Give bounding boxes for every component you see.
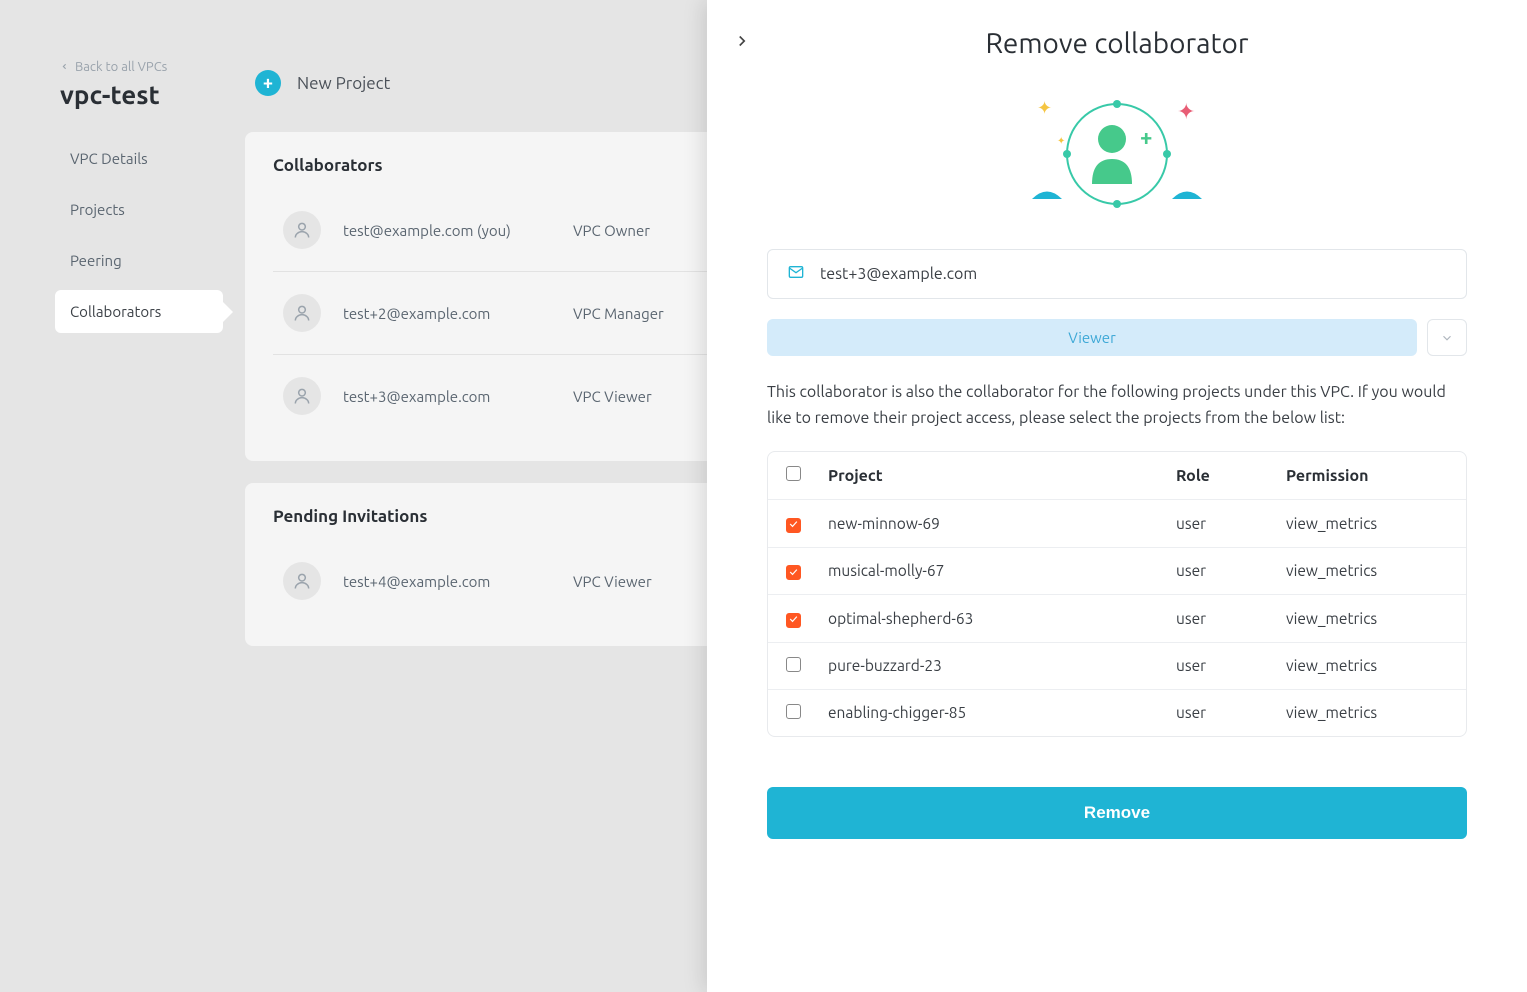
project-name: optimal-shepherd-63 — [828, 610, 1176, 627]
table-row: optimal-shepherd-63userview_metrics — [768, 595, 1466, 643]
project-permission: view_metrics — [1286, 657, 1456, 674]
chevron-left-icon — [60, 60, 69, 74]
role-pill[interactable]: Viewer — [767, 319, 1417, 356]
sidebar: Back to all VPCs vpc-test VPC Details Pro… — [0, 0, 223, 992]
project-permission: view_metrics — [1286, 515, 1456, 532]
project-role: user — [1176, 704, 1286, 721]
user-icon — [283, 211, 321, 249]
vpc-title: vpc-test — [0, 80, 223, 109]
sidebar-item-projects[interactable]: Projects — [0, 188, 223, 231]
project-checkbox[interactable] — [786, 657, 801, 672]
collaborator-email: test+4@example.com — [343, 573, 573, 590]
mail-icon — [786, 264, 806, 284]
project-role: user — [1176, 515, 1286, 532]
remove-button[interactable]: Remove — [767, 787, 1467, 839]
new-project-label: New Project — [297, 74, 390, 93]
project-name: new-minnow-69 — [828, 515, 1176, 532]
project-name: enabling-chigger-85 — [828, 704, 1176, 721]
collaborator-illustration: + ✦ ✦ ✦ — [767, 89, 1467, 219]
svg-text:✦: ✦ — [1057, 135, 1065, 146]
project-permission: view_metrics — [1286, 610, 1456, 627]
project-role: user — [1176, 610, 1286, 627]
table-row: new-minnow-69userview_metrics — [768, 500, 1466, 548]
role-dropdown-toggle[interactable] — [1427, 319, 1467, 356]
back-to-vpcs-link[interactable]: Back to all VPCs — [0, 60, 223, 74]
sidebar-item-vpc-details[interactable]: VPC Details — [0, 137, 223, 180]
collaborator-email: test+2@example.com — [343, 305, 573, 322]
project-checkbox[interactable] — [786, 613, 801, 628]
collaborator-role: VPC Viewer — [573, 573, 652, 590]
header-permission: Permission — [1286, 467, 1456, 485]
projects-table: Project Role Permission new-minnow-69use… — [767, 451, 1467, 737]
role-selector: Viewer — [767, 319, 1467, 356]
table-header-row: Project Role Permission — [768, 452, 1466, 500]
table-row: pure-buzzard-23userview_metrics — [768, 643, 1466, 690]
svg-text:✦: ✦ — [1037, 98, 1052, 118]
project-role: user — [1176, 562, 1286, 579]
project-permission: view_metrics — [1286, 562, 1456, 579]
collaborator-role: VPC Viewer — [573, 388, 652, 405]
table-row: enabling-chigger-85userview_metrics — [768, 690, 1466, 736]
table-row: musical-molly-67userview_metrics — [768, 548, 1466, 596]
project-checkbox[interactable] — [786, 518, 801, 533]
project-permission: view_metrics — [1286, 704, 1456, 721]
user-icon — [283, 562, 321, 600]
collaborator-email: test+3@example.com — [343, 388, 573, 405]
drawer-close-button[interactable] — [733, 32, 751, 54]
project-role: user — [1176, 657, 1286, 674]
project-name: musical-molly-67 — [828, 562, 1176, 579]
select-all-checkbox[interactable] — [786, 466, 801, 481]
project-checkbox[interactable] — [786, 704, 801, 719]
collaborator-role: VPC Owner — [573, 222, 650, 239]
back-link-label: Back to all VPCs — [75, 60, 167, 74]
drawer-title: Remove collaborator — [767, 28, 1467, 59]
drawer-description: This collaborator is also the collaborat… — [767, 380, 1467, 431]
user-icon — [283, 294, 321, 332]
svg-text:✦: ✦ — [1177, 99, 1195, 124]
header-role: Role — [1176, 467, 1286, 485]
sidebar-item-peering[interactable]: Peering — [0, 239, 223, 282]
svg-text:+: + — [1140, 125, 1152, 150]
collaborator-role: VPC Manager — [573, 305, 664, 322]
collaborator-email: test+3@example.com — [820, 265, 977, 283]
project-name: pure-buzzard-23 — [828, 657, 1176, 674]
plus-icon: + — [255, 70, 281, 96]
header-project: Project — [828, 467, 1176, 485]
project-checkbox[interactable] — [786, 565, 801, 580]
collaborator-email-display: test+3@example.com — [767, 249, 1467, 299]
user-icon — [283, 377, 321, 415]
remove-collaborator-drawer: Remove collaborator + ✦ ✦ ✦ test+3@examp… — [707, 0, 1527, 992]
collaborator-email: test@example.com (you) — [343, 222, 573, 239]
sidebar-item-collaborators[interactable]: Collaborators — [55, 290, 223, 333]
